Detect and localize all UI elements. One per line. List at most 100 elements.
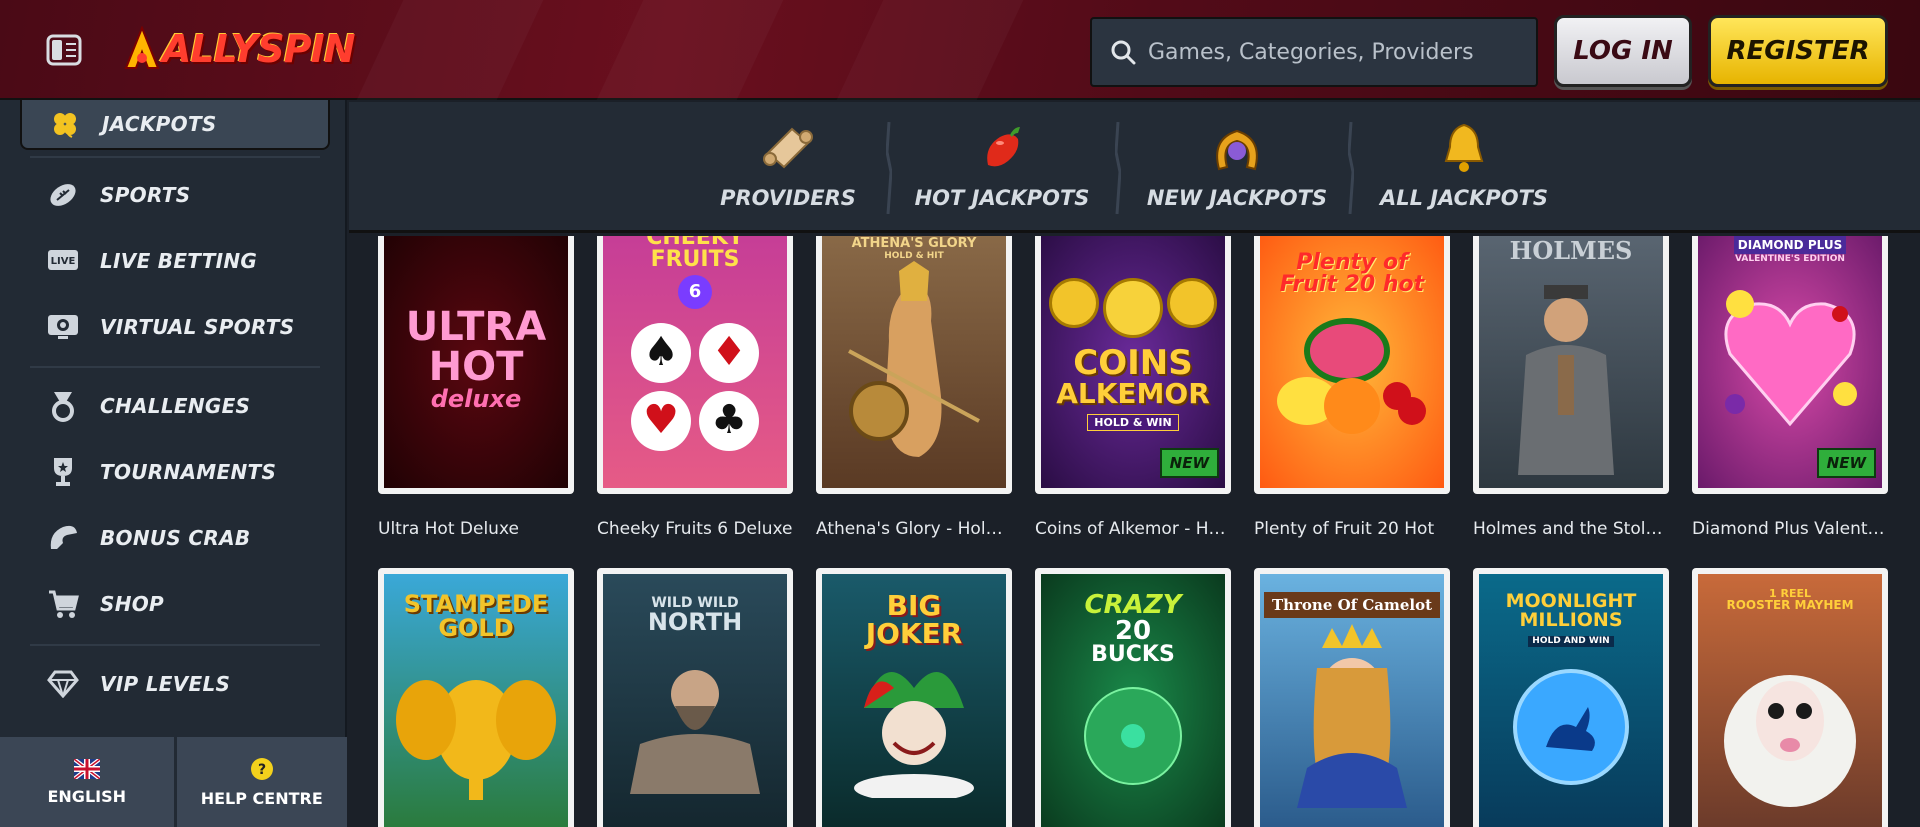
sidebar-toggle-button[interactable] [44,30,84,70]
art-tagline: HOLD AND WIN [1528,636,1614,647]
category-separator [1348,122,1354,214]
sidebar-toggle-icon [46,34,82,66]
art-subtitle: JOKER [865,617,963,650]
category-new-jackpots[interactable]: NEW JACKPOTS [1137,120,1337,220]
game-art: STAMPEDE GOLD [384,574,568,827]
scroll-icon [758,120,818,178]
game-thumbnail: COINS ALKEMOR HOLD & WIN NEW [1035,236,1231,494]
sidebar-item-label: VIRTUAL SPORTS [100,315,295,339]
background-stripe [597,0,784,100]
logo-text: ALLYSPIN [162,27,356,71]
game-thumbnail: BIG JOKER [816,568,1012,827]
help-centre-label: HELP CENTRE [200,788,323,808]
sidebar-item-bonus-crab[interactable]: BONUS CRAB [46,518,250,558]
detective-figure [1518,285,1614,475]
sidebar-item-sports[interactable]: SPORTS [46,175,190,215]
art-subtitle: GOLD [438,614,514,642]
art-subtitle: HOT [428,344,524,390]
spade-icon: ♠ [631,323,691,383]
clover-icon [48,107,82,141]
game-thumbnail: DIAMOND PLUS VALENTINE'S EDITION NEW [1692,236,1888,494]
game-name: Ultra Hot Deluxe [378,519,519,539]
game-name: Diamond Plus Valenti... [1692,519,1888,539]
coin-icon [1049,277,1099,328]
game-thumbnail: CRAZY 20 BUCKS [1035,568,1231,827]
game-thumbnail: STAMPEDE GOLD [378,568,574,827]
art-title: BIG [886,589,942,622]
art-title: ULTRA [405,304,547,350]
art-tagline: BUCKS [1091,642,1175,667]
athena-figure [848,261,980,457]
game-thumbnail: WILD WILD NORTH [597,568,793,827]
game-art: COINS ALKEMOR HOLD & WIN NEW [1041,236,1225,488]
game-name: Cheeky Fruits 6 Deluxe [597,519,793,539]
art-subtitle: ROOSTER MAYHEM [1726,598,1854,612]
site-logo[interactable]: ALLYSPIN [122,22,356,76]
art-subtitle: ALKEMOR [1056,376,1210,410]
art-subtitle: VALENTINE'S EDITION [1735,254,1845,264]
game-thumbnail: ATHENA'S GLORY HOLD & HIT [816,236,1012,494]
sidebar-item-label: BONUS CRAB [100,526,251,550]
new-badge: NEW [1159,448,1219,478]
category-hot-jackpots[interactable]: HOT JACKPOTS [902,120,1102,220]
money-globe-icon [1084,687,1182,785]
horseshoe-icon [1207,120,1267,178]
search-box[interactable] [1090,17,1538,87]
sidebar-item-label: SHOP [100,592,165,616]
category-label: NEW JACKPOTS [1146,186,1328,210]
coin-icon [1103,277,1163,338]
help-icon: ? [250,757,273,780]
language-label: ENGLISH [47,786,126,806]
login-button[interactable]: LOG IN [1554,15,1692,87]
sidebar-item-label: TOURNAMENTS [100,460,277,484]
sidebar-item-tournaments[interactable]: TOURNAMENTS [46,452,276,492]
art-tagline: deluxe [430,385,522,413]
sidebar-item-virtual-sports[interactable]: VIRTUAL SPORTS [46,307,294,347]
sidebar-item-label: CHALLENGES [100,394,251,418]
art-title: DIAMOND PLUS [1733,236,1847,254]
sidebar-item-jackpots[interactable]: JACKPOTS [20,100,330,150]
sidebar-item-vip-levels[interactable]: VIP LEVELS [46,664,230,704]
game-thumbnail: MOONLIGHT MILLIONS HOLD AND WIN [1473,568,1669,827]
art-title: ATHENA'S GLORY [851,236,977,251]
sidebar-item-live-betting[interactable]: LIVE LIVE BETTING [46,241,257,281]
game-thumbnail: CHEEKY FRUITS 6 ♠ ♦ ♥ ♣ [597,236,793,494]
sheep-figure [1724,675,1856,807]
search-input[interactable] [1148,39,1508,65]
diamond-icon [46,667,80,701]
sidebar-item-shop[interactable]: SHOP [46,584,164,624]
art-title: Plenty of [1296,250,1408,275]
coin-stack [1049,277,1217,338]
sidebar-divider [30,644,320,646]
category-label: PROVIDERS [720,186,856,210]
medal-icon [46,389,80,423]
art-subtitle: FRUITS [650,247,740,272]
game-art: BIG JOKER [822,574,1006,827]
game-art: WILD WILD NORTH [603,574,787,827]
game-art: Throne Of Camelot [1260,574,1444,827]
background-stripe [837,0,1024,100]
art-title: CRAZY [1084,590,1182,620]
category-label: HOT JACKPOTS [914,186,1090,210]
joker-figure [854,672,974,798]
category-label: ALL JACKPOTS [1379,186,1549,210]
game-thumbnail: Plenty of Fruit 20 hot [1254,236,1450,494]
moon-rabbit-icon [1513,669,1629,785]
game-thumbnail: HOLMES [1473,236,1669,494]
queen-figure [1297,624,1407,808]
language-selector[interactable]: ENGLISH [0,737,174,827]
category-all-jackpots[interactable]: ALL JACKPOTS [1364,120,1564,220]
games-grid: ULTRA HOT deluxe Ultra Hot Deluxe CHEEKY… [349,236,1920,827]
register-button[interactable]: REGISTER [1708,15,1888,87]
game-art: CHEEKY FRUITS 6 ♠ ♦ ♥ ♣ [603,236,787,488]
art-subtitle: Fruit 20 hot [1279,272,1425,297]
help-centre-button[interactable]: ? HELP CENTRE [173,737,348,827]
uk-flag-icon [73,758,100,779]
category-providers[interactable]: PROVIDERS [688,120,888,220]
coin-icon [1167,277,1217,328]
sidebar-item-challenges[interactable]: CHALLENGES [46,386,250,426]
category-separator [886,122,892,214]
viking-figure [630,670,760,794]
game-name: Athena's Glory - Hold ... [816,519,1012,539]
trophy-icon [46,455,80,489]
